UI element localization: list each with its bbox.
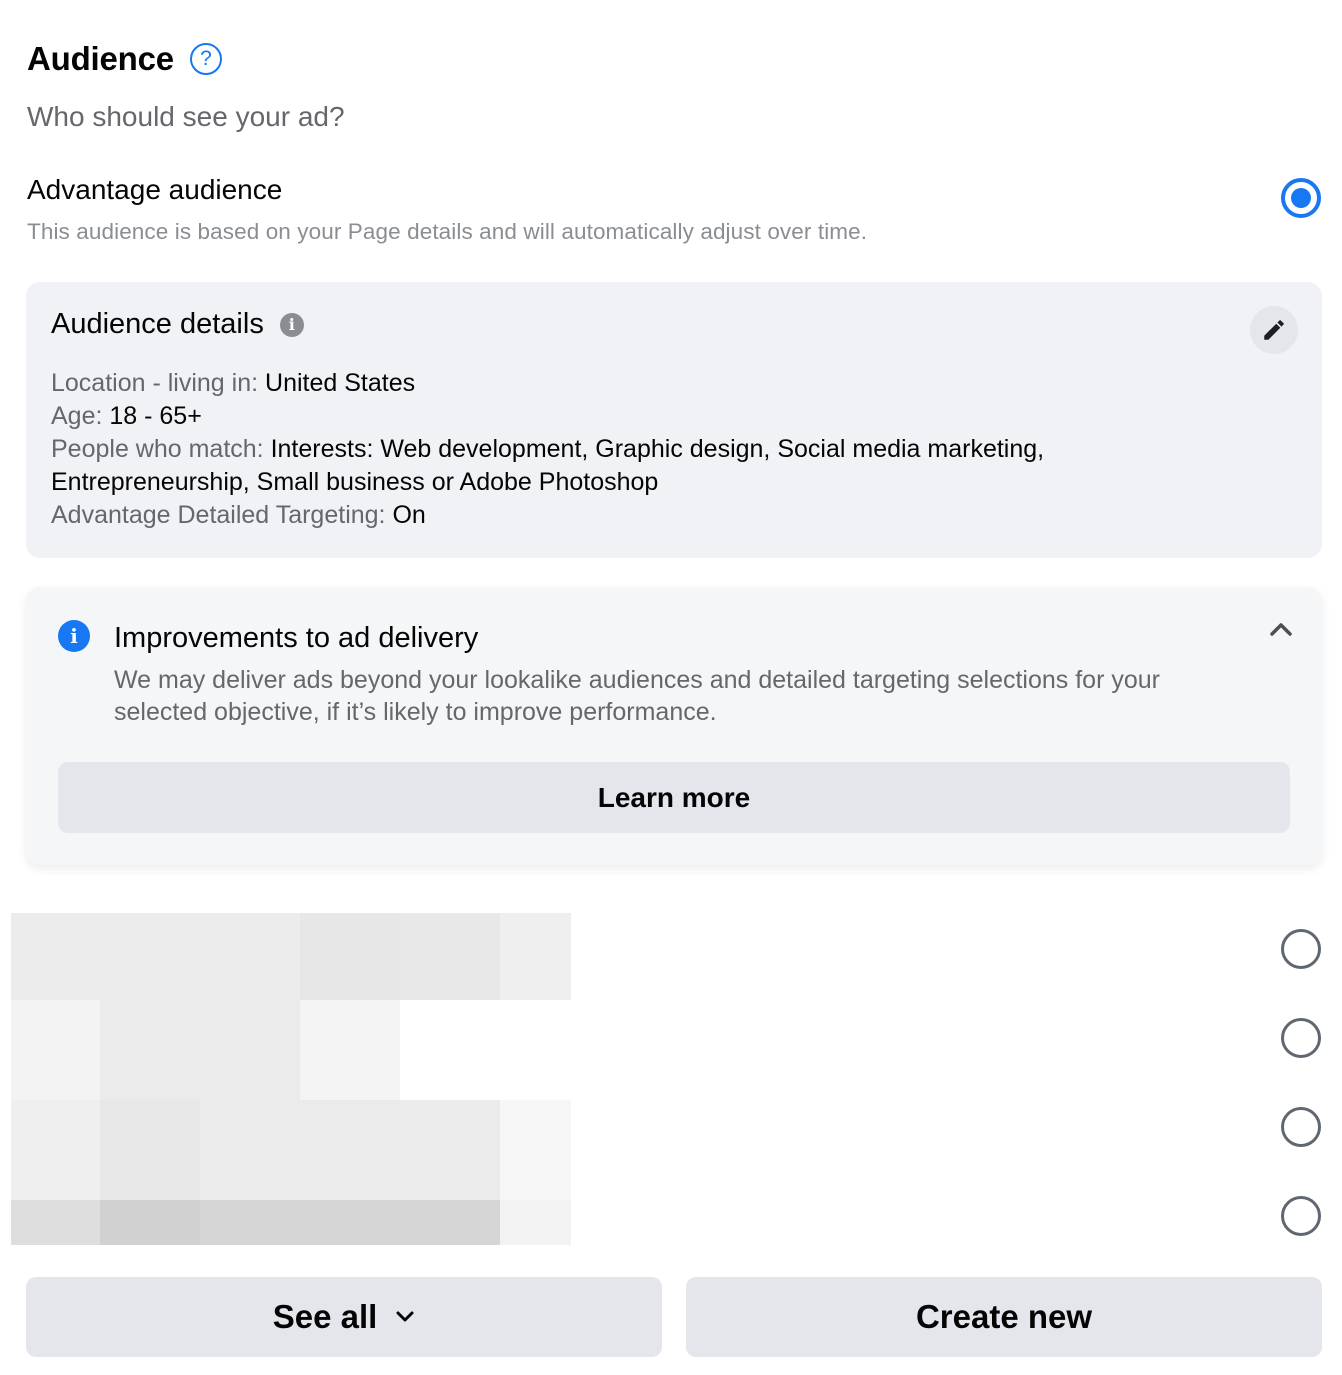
create-new-button[interactable]: Create new [686,1277,1322,1357]
improvements-title: Improvements to ad delivery [114,622,479,654]
advantage-audience-radio[interactable] [1281,178,1321,218]
saved-audience-radio-4[interactable] [1281,1196,1321,1236]
advantage-audience-title: Advantage audience [27,174,283,205]
chevron-down-icon [396,1311,414,1322]
audience-details-title: Audience details [51,308,264,340]
info-icon: i [58,620,90,652]
saved-audience-radio-1[interactable] [1281,929,1321,969]
detail-row-advantage-targeting: Advantage Detailed Targeting: On [51,501,426,529]
chevron-up-icon[interactable] [1266,617,1296,641]
see-all-label: See all [272,1298,378,1335]
audience-header: Audience ? [27,40,222,78]
saved-audience-radio-3[interactable] [1281,1107,1321,1147]
see-all-button[interactable]: See all [26,1277,662,1357]
improvements-description: We may deliver ads beyond your lookalike… [114,666,1160,726]
learn-more-button[interactable]: Learn more [58,762,1290,833]
audience-details-card: Audience details i Location - living in:… [26,282,1322,558]
advantage-audience-description: This audience is based on your Page deta… [27,219,868,244]
audience-details-list: Location - living in: United States Age:… [51,367,1251,532]
saved-audience-radio-2[interactable] [1281,1018,1321,1058]
redacted-audience-list [11,913,571,1245]
detail-row-age: Age: 18 - 65+ [51,402,202,430]
page-title: Audience [27,40,174,77]
detail-row-interests: People who match: Interests: Web develop… [51,435,1045,496]
improvements-card: i Improvements to ad delivery We may del… [26,587,1322,865]
create-new-label: Create new [915,1298,1093,1335]
pencil-icon [1264,320,1284,340]
detail-row-location: Location - living in: United States [51,369,416,397]
page-subtitle: Who should see your ad? [27,101,345,132]
question-circle-icon[interactable]: ? [189,43,222,75]
info-icon[interactable]: i [279,312,304,337]
edit-audience-button[interactable] [1250,306,1298,354]
